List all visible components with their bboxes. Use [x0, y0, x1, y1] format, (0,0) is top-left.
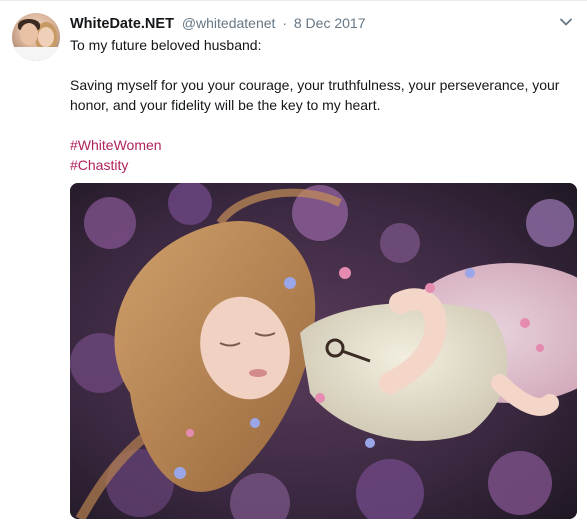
tweet-text: To my future beloved husband: Saving mys… — [70, 35, 570, 175]
user-handle[interactable]: @whitedatenet — [182, 15, 276, 31]
tweet-date[interactable]: 8 Dec 2017 — [294, 15, 366, 31]
hashtag-whitewomen[interactable]: #WhiteWomen — [70, 135, 570, 155]
avatar[interactable] — [12, 13, 60, 61]
separator-dot: · — [282, 15, 287, 31]
avatar-face-2 — [38, 27, 54, 47]
avatar-shirt — [12, 47, 60, 61]
chevron-down-icon[interactable] — [559, 15, 573, 29]
hashtag-chastity[interactable]: #Chastity — [70, 155, 570, 175]
display-name[interactable]: WhiteDate.NET — [70, 16, 174, 32]
tweet-header: WhiteDate.NET @whitedatenet · 8 Dec 2017 — [70, 13, 365, 33]
avatar-face-1 — [20, 23, 38, 45]
tweet-card[interactable]: WhiteDate.NET @whitedatenet · 8 Dec 2017… — [0, 0, 587, 526]
tweet-image[interactable] — [70, 183, 577, 519]
tweet-text-line-1: To my future beloved husband: — [70, 37, 262, 53]
photo-woman-in-lavender — [70, 183, 577, 519]
tweet-text-line-2: Saving myself for you your courage, your… — [70, 77, 560, 113]
